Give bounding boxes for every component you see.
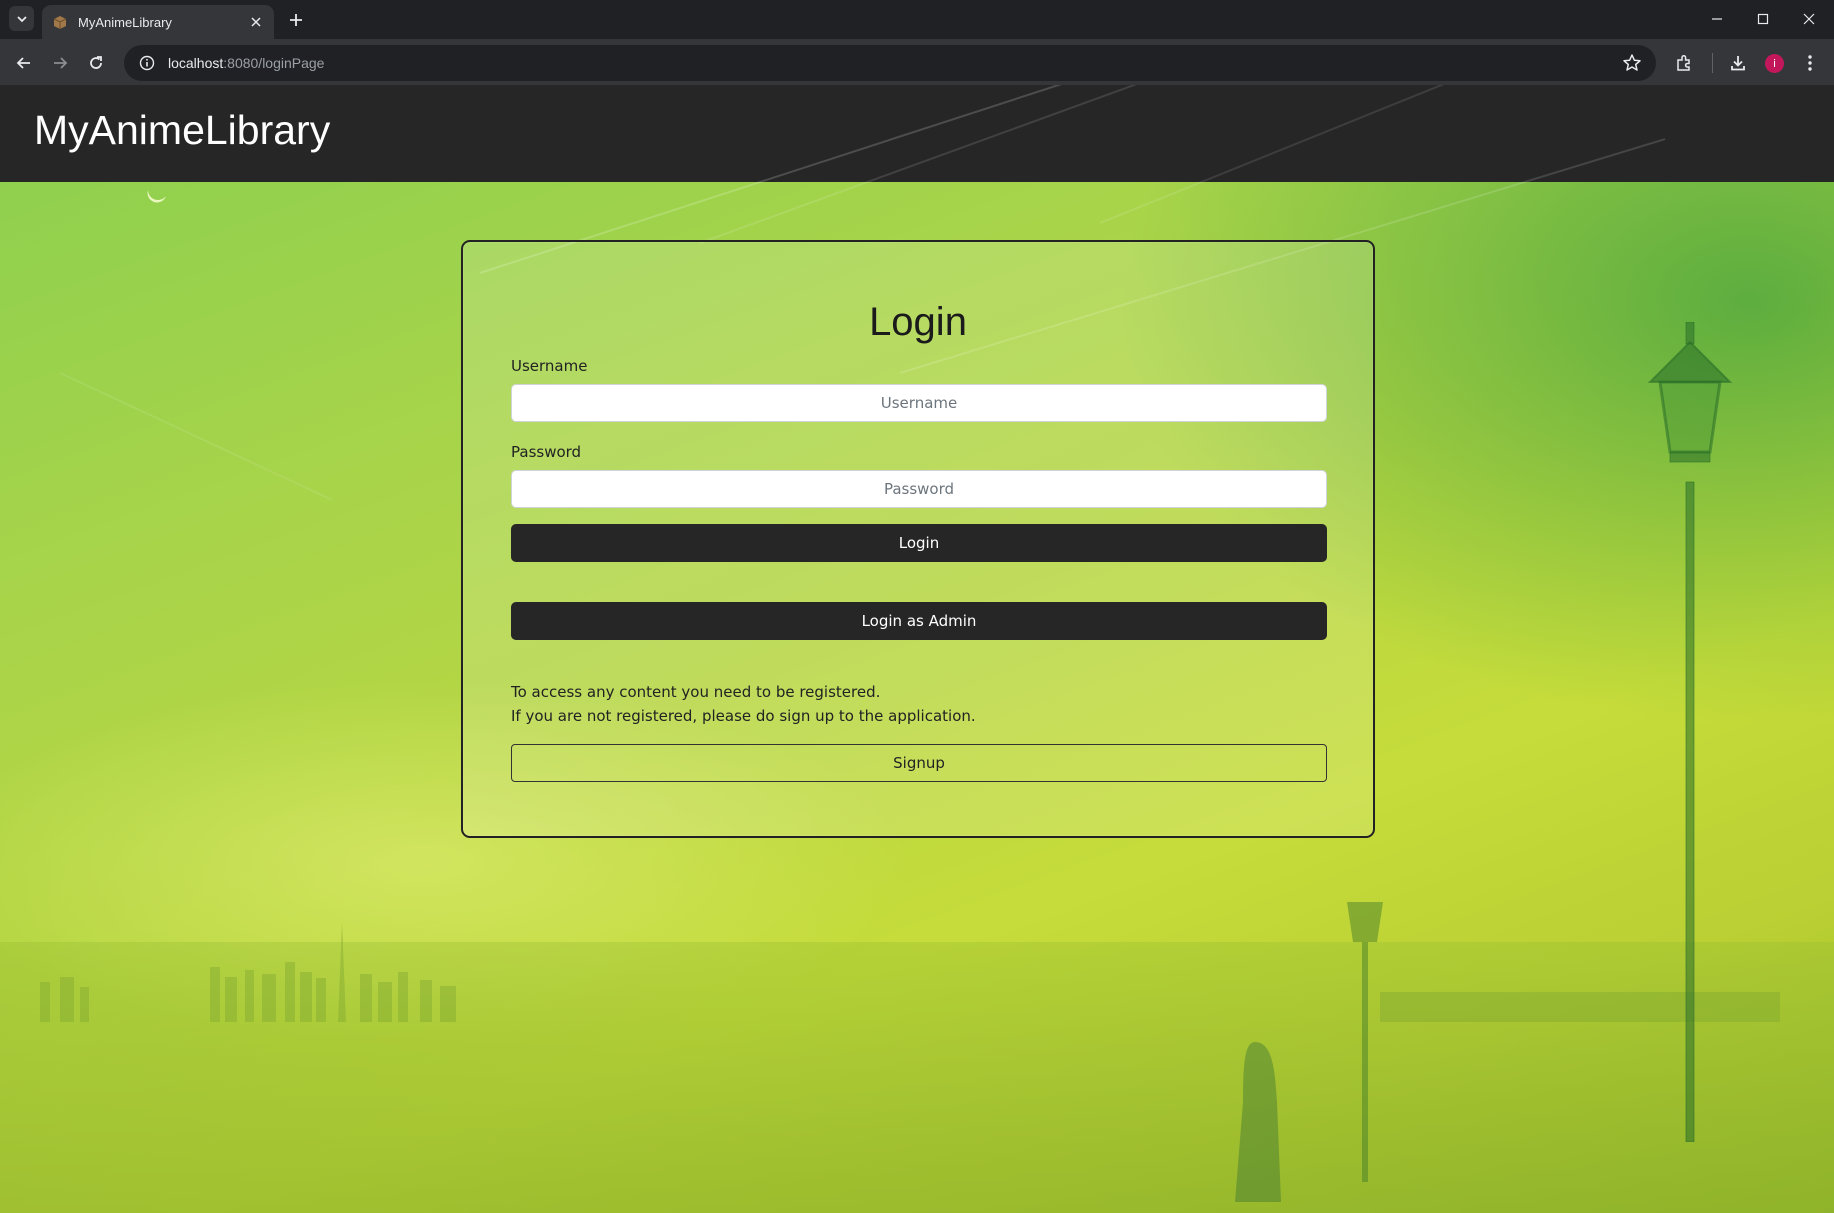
signup-button[interactable]: Signup	[511, 744, 1327, 782]
tab-search-icon[interactable]	[9, 6, 34, 31]
login-title: Login	[869, 300, 967, 344]
favicon-icon	[52, 14, 68, 30]
url-path: :8080/loginPage	[223, 55, 325, 71]
browser-tab[interactable]: MyAnimeLibrary	[42, 5, 274, 39]
tab-title: MyAnimeLibrary	[78, 14, 172, 30]
plus-icon[interactable]	[284, 8, 308, 32]
ground-field	[0, 942, 1834, 1213]
window-close-icon[interactable]	[1786, 0, 1832, 38]
brand-title[interactable]: MyAnimeLibrary	[34, 107, 330, 154]
maximize-icon[interactable]	[1740, 0, 1786, 38]
login-as-admin-button[interactable]: Login as Admin	[511, 602, 1327, 640]
sitting-figure	[1235, 1042, 1281, 1202]
browser-toolbar: localhost:8080/loginPage i	[0, 39, 1834, 85]
lamppost-icon	[1647, 322, 1733, 1142]
moon-icon	[147, 190, 166, 203]
info-text-line1: To access any content you need to be reg…	[511, 683, 881, 701]
menu-icon[interactable]	[1797, 50, 1823, 76]
reload-icon[interactable]	[83, 50, 109, 76]
username-label: Username	[511, 357, 588, 375]
back-icon[interactable]	[11, 50, 37, 76]
username-input[interactable]	[511, 384, 1327, 422]
close-icon[interactable]	[248, 14, 264, 30]
url-host: localhost	[168, 55, 224, 71]
address-bar[interactable]: localhost:8080/loginPage	[124, 45, 1656, 81]
toolbar-divider	[1712, 53, 1713, 73]
login-button[interactable]: Login	[511, 524, 1327, 562]
extensions-icon[interactable]	[1671, 50, 1697, 76]
page-viewport: MyAnimeLibrary Login Username Username P…	[0, 85, 1834, 1213]
browser-tabstrip: MyAnimeLibrary	[0, 0, 1834, 39]
download-icon[interactable]	[1725, 50, 1751, 76]
info-text-line2: If you are not registered, please do sig…	[511, 707, 976, 725]
site-info-icon[interactable]	[138, 54, 156, 72]
password-label: Password	[511, 443, 582, 461]
profile-avatar[interactable]: i	[1765, 54, 1784, 73]
small-lamppost-icon	[1347, 902, 1383, 1182]
star-icon[interactable]	[1622, 53, 1642, 73]
forward-icon[interactable]	[47, 50, 73, 76]
minimize-icon[interactable]	[1694, 0, 1740, 38]
login-card: Login Username Password Login Login as A…	[461, 240, 1375, 838]
password-input[interactable]	[511, 470, 1327, 508]
site-navbar: MyAnimeLibrary	[0, 85, 1834, 182]
